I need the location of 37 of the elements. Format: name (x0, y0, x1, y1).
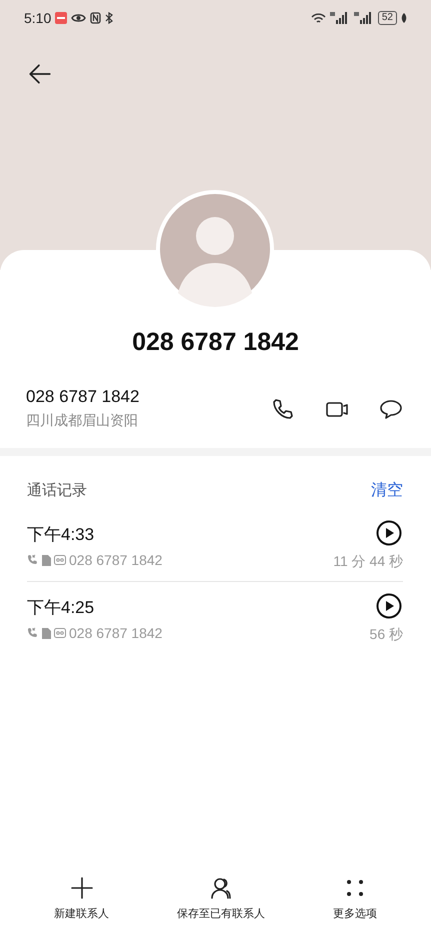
leaf-icon (401, 13, 407, 23)
battery-level: 52 (378, 11, 397, 25)
signal-icon (354, 12, 374, 24)
phone-number: 028 6787 1842 (26, 387, 140, 407)
toolbar-button[interactable]: 更多选项 (333, 876, 377, 921)
notification-icon (55, 12, 68, 24)
play-button[interactable] (375, 592, 403, 620)
section-title: 通话记录 (27, 481, 87, 500)
call-time: 下午4:25 (27, 596, 94, 618)
call-number: 028 6787 1842 (69, 624, 162, 640)
sim-card-icon (42, 626, 51, 638)
voicemail-icon (54, 628, 66, 638)
toolbar-button[interactable]: 新建联系人 (54, 876, 109, 921)
eye-icon (71, 13, 86, 23)
bluetooth-icon (105, 12, 114, 24)
plus-icon (70, 876, 94, 900)
clear-button[interactable]: 清空 (371, 480, 403, 501)
phone-icon (271, 396, 295, 420)
sim-card-icon (42, 554, 51, 566)
play-button[interactable] (375, 519, 403, 547)
location-text: 四川成都眉山资阳 (26, 412, 139, 430)
play-icon (376, 593, 402, 619)
contact-title: 028 6787 1842 (131, 328, 300, 357)
incoming-call-icon (27, 626, 39, 638)
incoming-call-icon (27, 554, 39, 566)
signal-icon (330, 12, 350, 24)
call-duration: 11 分 44 秒 (333, 553, 403, 571)
status-time: 5:10 (24, 10, 52, 26)
contacts-icon (209, 876, 233, 900)
wifi-icon (310, 12, 326, 24)
call-time: 下午4:33 (27, 524, 94, 546)
voicemail-icon (54, 554, 66, 564)
call-duration: 56 秒 (370, 626, 403, 644)
play-icon (376, 520, 402, 546)
nfc-icon (90, 12, 102, 24)
toolbar-button[interactable]: 保存至已有联系人 (177, 876, 265, 921)
call-number: 028 6787 1842 (69, 552, 162, 568)
